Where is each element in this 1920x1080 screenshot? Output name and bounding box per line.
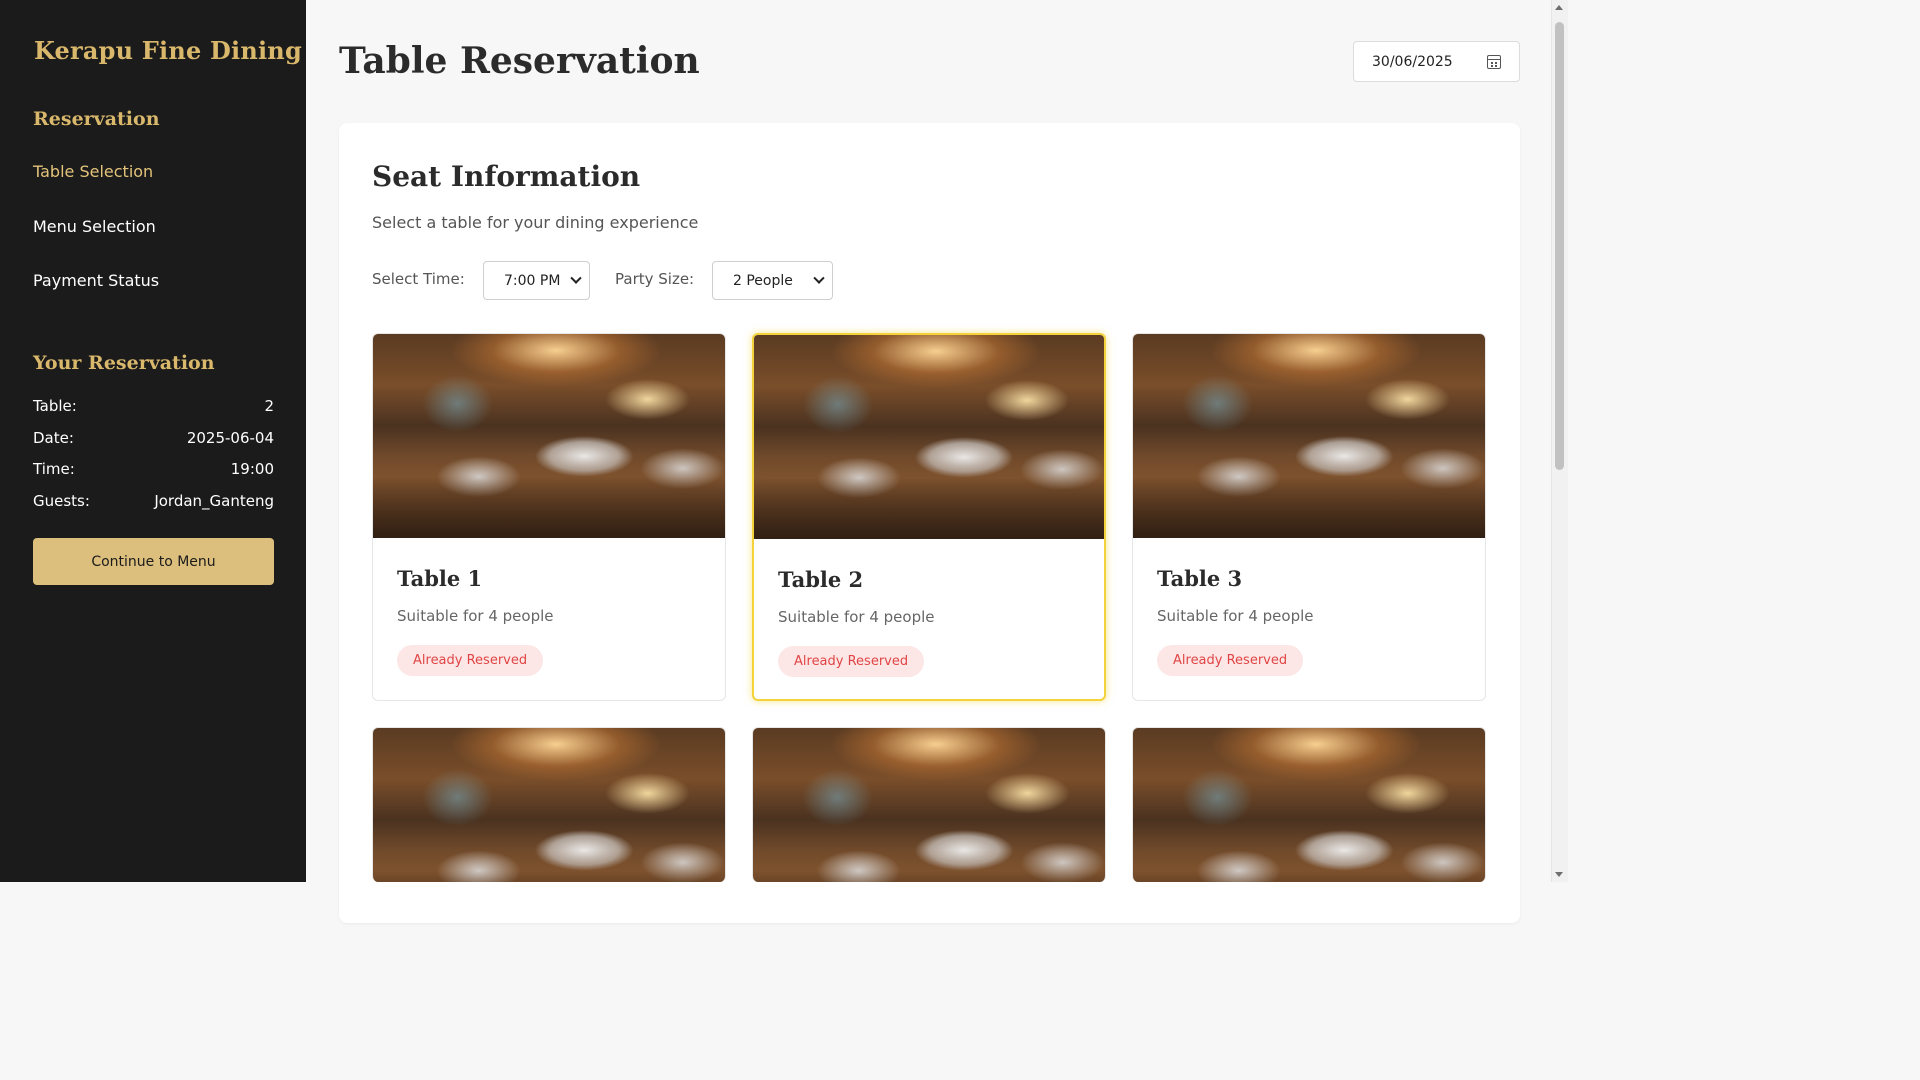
table-card-6[interactable] xyxy=(1132,727,1486,882)
table-card-5[interactable] xyxy=(752,727,1106,882)
nav-payment-status[interactable]: Payment Status xyxy=(33,271,159,290)
page-scrollbar[interactable] xyxy=(1551,0,1568,882)
page-title: Table Reservation xyxy=(339,40,700,82)
restaurant-interior-image xyxy=(754,335,1104,539)
party-size-select[interactable]: 2 People xyxy=(712,261,833,300)
table-card-3[interactable]: Table 3 Suitable for 4 people Already Re… xyxy=(1132,333,1486,701)
reserved-badge: Already Reserved xyxy=(1157,645,1304,676)
section-title: Seat Information xyxy=(372,160,641,193)
restaurant-interior-image xyxy=(1133,728,1485,882)
reservation-row-time: Time: 19:00 xyxy=(33,460,274,478)
reservation-value: Jordan_Ganteng xyxy=(154,492,274,510)
reservation-value: 19:00 xyxy=(230,460,274,478)
reservation-row-table: Table: 2 xyxy=(33,397,274,415)
scroll-down-arrow-icon[interactable] xyxy=(1555,872,1563,877)
calendar-icon[interactable] xyxy=(1487,54,1501,69)
table-capacity: Suitable for 4 people xyxy=(1157,607,1314,625)
reservation-label: Time: xyxy=(33,460,75,478)
chevron-down-icon xyxy=(813,272,825,284)
reservation-value: 2025-06-04 xyxy=(186,429,274,447)
party-size-label: Party Size: xyxy=(615,270,695,288)
table-capacity: Suitable for 4 people xyxy=(397,607,554,625)
continue-to-menu-button[interactable]: Continue to Menu xyxy=(33,538,274,585)
table-name: Table 2 xyxy=(778,567,864,592)
table-name: Table 3 xyxy=(1157,566,1243,591)
time-select[interactable]: 7:00 PM xyxy=(483,261,590,300)
time-select-value: 7:00 PM xyxy=(504,272,561,289)
party-size-select-value: 2 People xyxy=(733,272,793,289)
reservation-label: Date: xyxy=(33,429,74,447)
nav-table-selection[interactable]: Table Selection xyxy=(33,162,153,181)
reserved-badge: Already Reserved xyxy=(778,646,925,677)
reserved-badge: Already Reserved xyxy=(397,645,544,676)
reservation-row-guests: Guests: Jordan_Ganteng xyxy=(33,492,274,510)
date-picker-input[interactable]: 30/06/2025 xyxy=(1353,41,1520,82)
date-value: 30/06/2025 xyxy=(1372,53,1453,70)
restaurant-interior-image xyxy=(373,334,725,538)
restaurant-interior-image xyxy=(373,728,725,882)
time-label: Select Time: xyxy=(372,270,465,288)
reservation-row-date: Date: 2025-06-04 xyxy=(33,429,274,447)
section-subtitle: Select a table for your dining experienc… xyxy=(372,213,699,232)
sidebar: Kerapu Fine Dining Reservation Table Sel… xyxy=(0,0,306,882)
table-card-2[interactable]: Table 2 Suitable for 4 people Already Re… xyxy=(752,333,1106,701)
restaurant-interior-image xyxy=(1133,334,1485,538)
restaurant-interior-image xyxy=(753,728,1105,882)
table-card-4[interactable] xyxy=(372,727,726,882)
reservation-value: 2 xyxy=(264,397,274,415)
nav-menu-selection[interactable]: Menu Selection xyxy=(33,217,156,236)
chevron-down-icon xyxy=(570,272,582,284)
scroll-up-arrow-icon[interactable] xyxy=(1555,5,1563,10)
brand-logo-text[interactable]: Kerapu Fine Dining xyxy=(34,36,302,65)
table-capacity: Suitable for 4 people xyxy=(778,608,935,626)
reservation-label: Guests: xyxy=(33,492,90,510)
table-name: Table 1 xyxy=(397,566,483,591)
table-card-1[interactable]: Table 1 Suitable for 4 people Already Re… xyxy=(372,333,726,701)
reservation-heading: Reservation xyxy=(33,108,160,130)
reservation-label: Table: xyxy=(33,397,77,415)
your-reservation-heading: Your Reservation xyxy=(33,352,215,374)
scrollbar-thumb[interactable] xyxy=(1555,22,1564,470)
